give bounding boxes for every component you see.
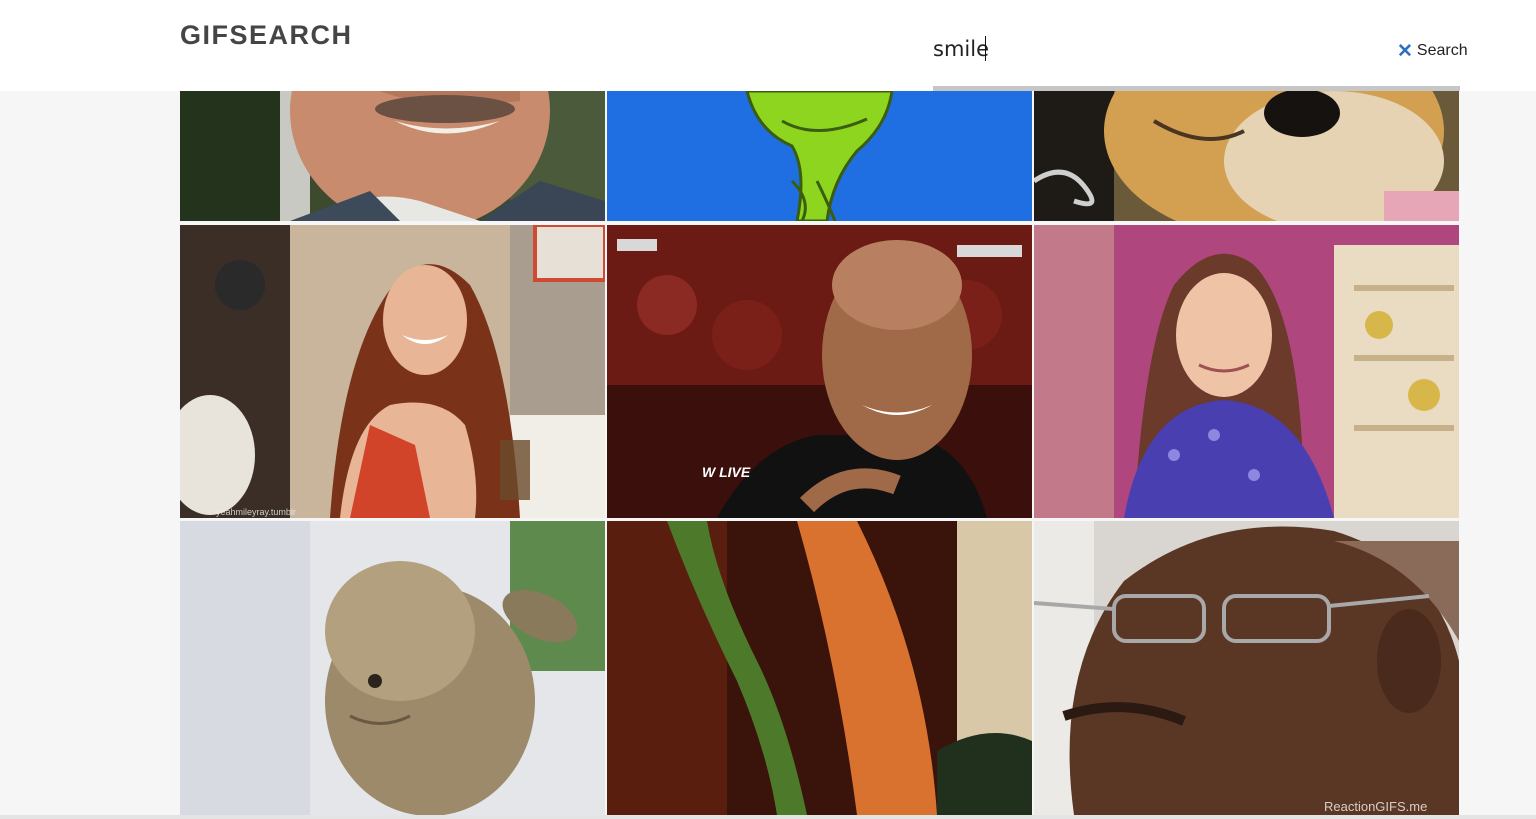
search-underline [933,86,1460,91]
gif-tile-little-girl[interactable] [1034,225,1459,518]
top-header: GIFSEARCH ✕ Search [0,0,1536,91]
watermark-text: yeahmileyray.tumblr [216,507,296,517]
text-caret [985,36,986,61]
bottom-divider [0,815,1536,819]
logo[interactable]: GIFSEARCH [180,20,353,51]
gif-bunny-image [180,521,605,815]
gif-tile-man-glasses[interactable]: ReactionGIFS.me [1034,521,1459,815]
close-icon: ✕ [1397,40,1413,62]
gif-carrot-image [607,521,1032,815]
gif-tile-wrestler[interactable]: W LIVE [607,225,1032,518]
gif-wrestler-image: W LIVE [607,225,1032,518]
wwe-live-badge: W LIVE [702,464,751,480]
gif-man-mustache-image [180,91,605,221]
gif-tile-carrot[interactable] [607,521,1032,815]
gif-man-glasses-image: ReactionGIFS.me [1034,521,1459,815]
gif-tile-bunny[interactable] [180,521,605,815]
gif-girl-red-hair-image: yeahmileyray.tumblr [180,225,605,518]
watermark-text: ReactionGIFS.me [1324,799,1427,814]
search-button-label: Search [1416,42,1468,59]
search-button[interactable]: ✕ Search [1397,40,1468,62]
gif-little-girl-image [1034,225,1459,518]
gif-tile-doge[interactable] [1034,91,1459,221]
gif-tile-girl-red-hair[interactable]: yeahmileyray.tumblr [180,225,605,518]
gif-tile-man-mustache[interactable] [180,91,605,221]
search-input[interactable] [933,33,1373,65]
gif-grinch-image [607,91,1032,221]
gif-tile-grinch[interactable] [607,91,1032,221]
results-grid: yeahmileyray.tumblr W LIVE ReactionGIFS.… [180,91,1460,819]
gif-doge-image [1034,91,1459,221]
